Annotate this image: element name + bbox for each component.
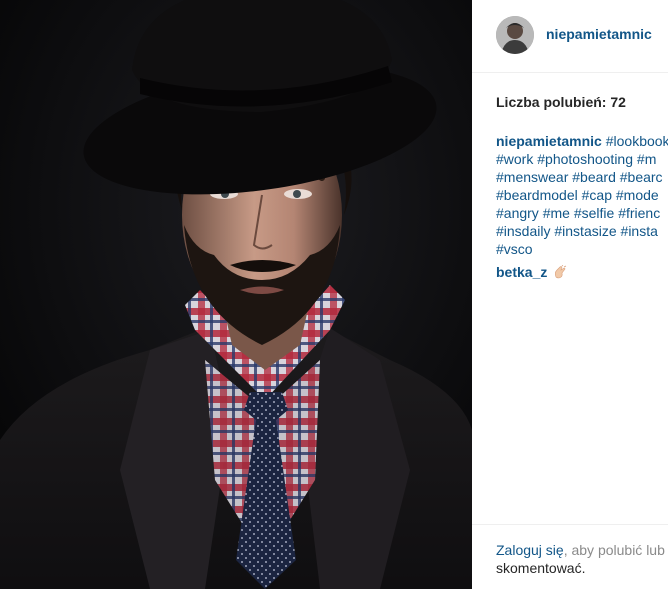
header-username[interactable]: niepamietamnic xyxy=(546,26,652,42)
hashtag-link[interactable]: #me xyxy=(543,205,570,221)
caption-line: #work #photoshooting #m xyxy=(496,150,668,168)
post-side-panel: niepamietamnic Liczba polubień: 72 niepa… xyxy=(472,0,668,589)
hashtag-link[interactable]: #bearc xyxy=(620,169,663,185)
login-prompt: Zaloguj się, aby polubić lub skomentować… xyxy=(496,541,668,577)
hashtag-link[interactable]: #instasize xyxy=(554,223,616,239)
hashtag-link[interactable]: #cap xyxy=(582,187,612,203)
hashtag-link[interactable]: #menswear xyxy=(496,169,568,185)
post-view: niepamietamnic Liczba polubień: 72 niepa… xyxy=(0,0,668,589)
hashtag-link[interactable]: #m xyxy=(637,151,656,167)
caption-line: #menswear #beard #bearc xyxy=(496,168,668,186)
caption-line: #angry #me #selfie #frienc xyxy=(496,204,668,222)
caption-line: #beardmodel #cap #mode xyxy=(496,186,668,204)
caption-line: #insdaily #instasize #insta xyxy=(496,222,668,240)
hashtag-link[interactable]: #photoshooting xyxy=(537,151,633,167)
comment: betka_z xyxy=(496,263,567,283)
hashtag-link[interactable]: #angry xyxy=(496,205,539,221)
hashtag-link[interactable]: #selfie xyxy=(574,205,614,221)
clapping-hands-icon xyxy=(553,264,567,283)
portrait-image xyxy=(0,0,472,589)
caption-line: #vsco xyxy=(496,240,668,258)
likes-count: Liczba polubień: 72 xyxy=(496,94,626,110)
login-prompt-text-line2: skomentować. xyxy=(496,560,586,576)
comment-username[interactable]: betka_z xyxy=(496,264,547,280)
hashtag-link[interactable]: #insdaily xyxy=(496,223,550,239)
hashtag-link[interactable]: #work xyxy=(496,151,533,167)
user-avatar-icon xyxy=(496,16,534,54)
hashtag-link[interactable]: #frienc xyxy=(618,205,660,221)
hashtag-link[interactable]: #insta xyxy=(621,223,658,239)
login-link[interactable]: Zaloguj się xyxy=(496,542,564,558)
avatar[interactable] xyxy=(496,16,534,54)
post-photo[interactable] xyxy=(0,0,472,589)
login-prompt-text: , aby polubić lub xyxy=(563,542,665,558)
caption-line: niepamietamnic #lookbook xyxy=(496,132,668,150)
hashtag-link[interactable]: #lookbook xyxy=(606,133,668,149)
hashtag-link[interactable]: #vsco xyxy=(496,241,533,257)
caption-username[interactable]: niepamietamnic xyxy=(496,133,602,149)
hashtag-link[interactable]: #beardmodel xyxy=(496,187,578,203)
caption: niepamietamnic #lookbook #work #photoshoo… xyxy=(496,132,668,258)
post-header: niepamietamnic xyxy=(472,0,668,73)
hashtag-link[interactable]: #beard xyxy=(572,169,616,185)
hashtag-link[interactable]: #mode xyxy=(616,187,659,203)
post-footer: Zaloguj się, aby polubić lub skomentować… xyxy=(472,524,668,589)
